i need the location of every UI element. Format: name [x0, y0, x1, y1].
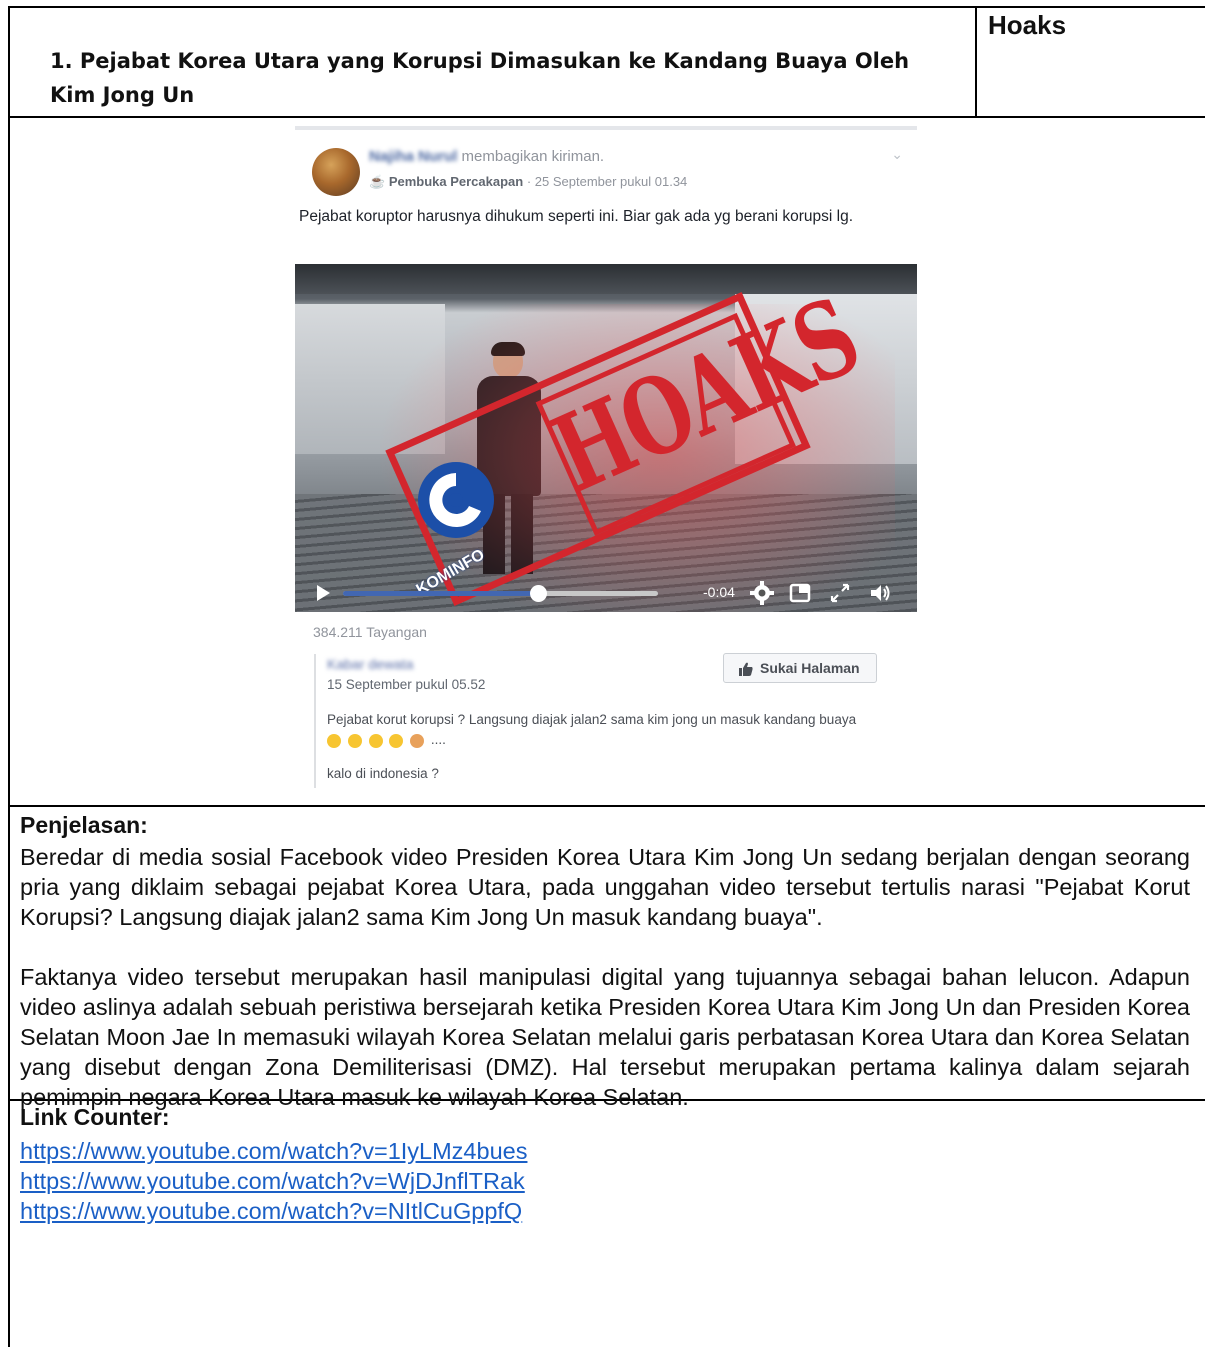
- video-time: -0:04: [703, 584, 735, 600]
- post-group[interactable]: Pembuka Percakapan: [389, 174, 523, 189]
- link-counter-2[interactable]: https://www.youtube.com/watch?v=WjDJnflT…: [20, 1166, 525, 1196]
- explanation-heading: Penjelasan:: [20, 812, 148, 838]
- verdict-label: Hoaks: [988, 10, 1067, 40]
- chevron-down-icon[interactable]: ⌄: [891, 146, 903, 163]
- kominfo-logo-icon: [418, 462, 494, 538]
- emoji-group: [327, 730, 427, 750]
- quoted-post-text-2: kalo di indonesia ?: [327, 766, 439, 781]
- post-shared-text: membagikan kiriman.: [461, 148, 605, 165]
- video-player[interactable]: HOAKS KOMINFO -0:04: [295, 264, 917, 612]
- post-text: Pejabat koruptor harusnya dihukum sepert…: [299, 208, 854, 225]
- like-page-button[interactable]: Sukai Halaman: [723, 653, 877, 683]
- post-author-line: Najiha Nurul membagikan kiriman.: [369, 148, 604, 165]
- video-progress-knob[interactable]: [530, 585, 548, 602]
- facebook-post-screenshot: Najiha Nurul membagikan kiriman. ☕ Pembu…: [295, 126, 917, 804]
- gear-icon[interactable]: [749, 580, 775, 606]
- page-post-date: 15 September pukul 05.52: [327, 677, 486, 692]
- explanation-paragraph-2: Faktanya video tersebut merupakan hasil …: [20, 964, 1190, 1110]
- hoax-title: 1. Pejabat Korea Utara yang Korupsi Dima…: [50, 49, 910, 107]
- like-page-label: Sukai Halaman: [760, 660, 860, 676]
- volume-icon[interactable]: [867, 580, 893, 606]
- table-divider-1: [8, 116, 1205, 118]
- link-counter-1[interactable]: https://www.youtube.com/watch?v=1IyLMz4b…: [20, 1136, 527, 1166]
- post-timestamp: · 25 September pukul 01.34: [526, 174, 688, 189]
- link-counter-heading: Link Counter:: [20, 1104, 170, 1130]
- smile-emoji-icon: [327, 733, 341, 748]
- quoted-post-line: [314, 654, 316, 788]
- post-top-border: [295, 126, 917, 130]
- smile-emoji-icon: [368, 733, 383, 748]
- picture-in-picture-icon[interactable]: [787, 580, 813, 606]
- quoted-post-body: Pejabat korut korupsi ? Langsung diajak …: [327, 712, 857, 727]
- post-meta: ☕ Pembuka Percakapan · 25 September puku…: [369, 174, 687, 190]
- smile-emoji-icon: [347, 733, 362, 748]
- video-progress-bar[interactable]: [343, 585, 658, 602]
- video-progress-fill: [343, 591, 539, 596]
- woman-emoji-icon: [410, 733, 425, 748]
- page-name[interactable]: Kabar dewata: [327, 656, 413, 672]
- coffee-icon: ☕: [369, 174, 386, 189]
- post-author[interactable]: Najiha Nurul: [369, 148, 457, 165]
- quoted-post-text: Pejabat korut korupsi ? Langsung diajak …: [327, 710, 887, 750]
- smile-emoji-icon: [389, 733, 404, 748]
- view-count: 384.211 Tayangan: [313, 624, 427, 640]
- explanation-paragraph-1: Beredar di media sosial Facebook video P…: [20, 844, 1190, 930]
- play-icon[interactable]: [317, 585, 330, 601]
- video-controls: -0:04: [295, 574, 917, 612]
- table-column-divider: [975, 6, 977, 118]
- thumbs-up-icon: [739, 662, 753, 676]
- quoted-post-ellipsis: ....: [430, 732, 446, 747]
- table-divider-2: [8, 805, 1205, 807]
- link-counter-3[interactable]: https://www.youtube.com/watch?v=NItlCuGp…: [20, 1196, 522, 1226]
- avatar: [312, 148, 360, 196]
- fullscreen-icon[interactable]: [827, 580, 853, 606]
